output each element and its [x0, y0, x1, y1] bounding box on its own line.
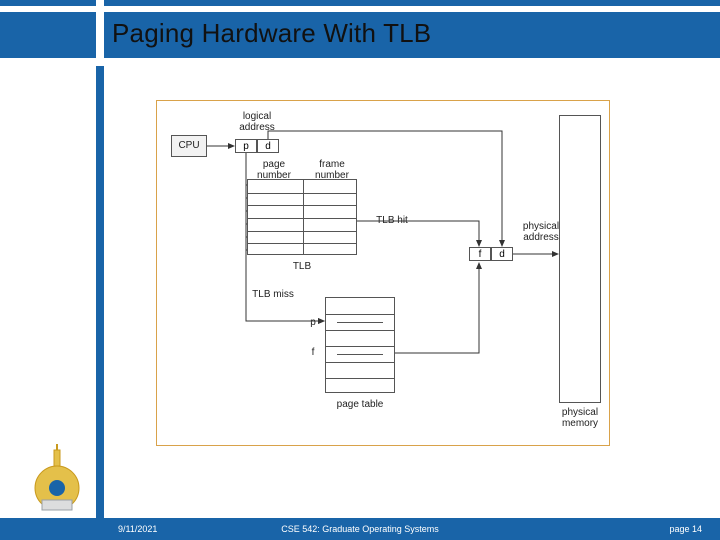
- tlb-diagram: CPU logical address p d page number fram…: [157, 101, 609, 445]
- tlb-col-page: page number: [245, 159, 303, 181]
- cpu-label: CPU: [175, 140, 203, 151]
- tlb-col-frame: frame number: [303, 159, 361, 181]
- arrows-layer: [157, 101, 611, 447]
- physical-memory-label: physical memory: [547, 407, 613, 429]
- tlb-label: TLB: [277, 261, 327, 272]
- physical-address-d: d: [491, 247, 513, 261]
- physical-address-f: f: [469, 247, 491, 261]
- dome-logo: [28, 444, 86, 516]
- page-table-p: p: [305, 317, 321, 328]
- footer-page: page 14: [669, 524, 702, 534]
- page-table-label: page table: [333, 399, 387, 410]
- slide-footer: 9/11/2021 CSE 542: Graduate Operating Sy…: [0, 518, 720, 540]
- tlb-table: [247, 179, 357, 255]
- logical-address-d: d: [257, 139, 279, 153]
- slide-header: Paging Hardware With TLB: [0, 0, 720, 58]
- logical-address-p: p: [235, 139, 257, 153]
- tlb-hit-label: TLB hit: [371, 215, 413, 226]
- page-table: [325, 297, 395, 393]
- page-title: Paging Hardware With TLB: [112, 18, 431, 49]
- logical-address-label: logical address: [235, 111, 279, 133]
- tlb-miss-label: TLB miss: [249, 289, 297, 300]
- physical-memory-box: [559, 115, 601, 403]
- footer-course: CSE 542: Graduate Operating Systems: [0, 524, 720, 534]
- left-accent-bar: [96, 58, 104, 540]
- diagram-frame: CPU logical address p d page number fram…: [156, 100, 610, 446]
- page-table-f: f: [305, 347, 321, 358]
